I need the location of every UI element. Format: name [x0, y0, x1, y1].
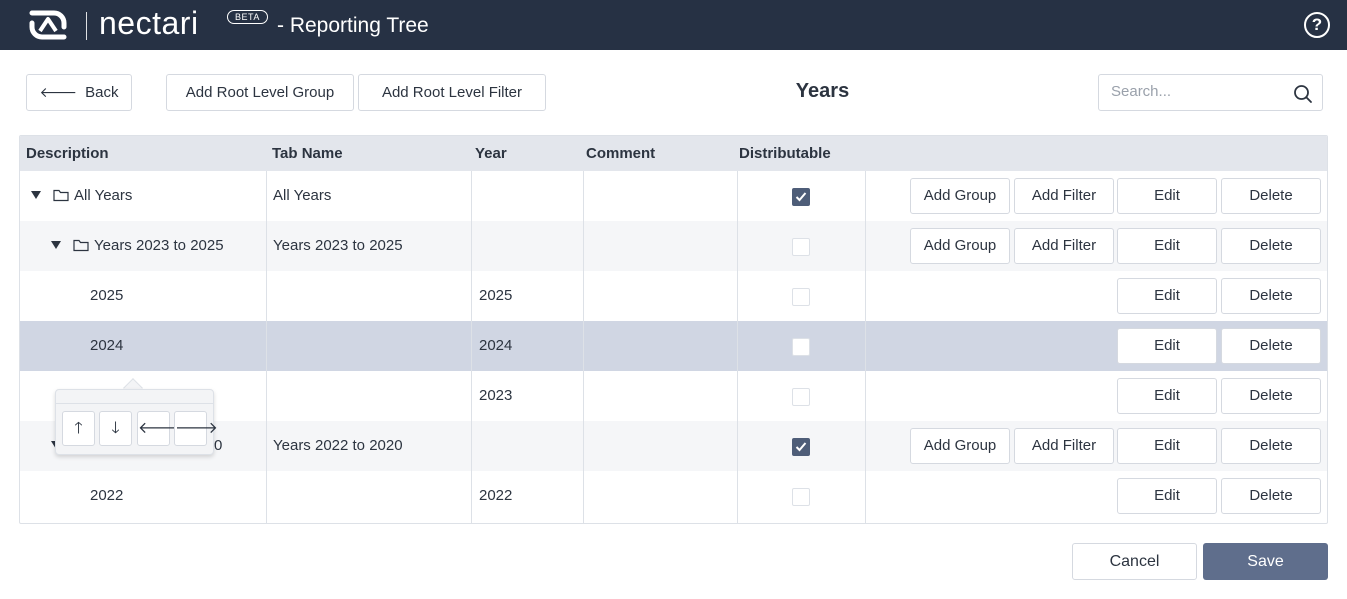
table-row[interactable]: 2025 2025 Edit Delete [20, 271, 1327, 321]
column-divider [737, 171, 738, 523]
arrow-right-icon: 🡒 [175, 420, 218, 437]
year-cell: 2025 [479, 287, 513, 304]
add-root-level-group-button[interactable]: Add Root Level Group [166, 74, 354, 111]
add-group-button[interactable]: Add Group [910, 178, 1010, 214]
table-row[interactable]: 2022 2022 Edit Delete [20, 471, 1327, 521]
help-icon[interactable]: ? [1304, 12, 1330, 38]
description-cell: All Years [74, 187, 133, 204]
move-right-button[interactable]: 🡒 [174, 411, 218, 446]
popover-divider [56, 403, 213, 404]
column-header-description[interactable]: Description [26, 136, 109, 171]
arrow-down-icon: 🡓 [111, 420, 120, 437]
search-icon[interactable] [1293, 84, 1313, 104]
add-group-button[interactable]: Add Group [910, 228, 1010, 264]
delete-button[interactable]: Delete [1221, 478, 1321, 514]
column-header-tab-name[interactable]: Tab Name [272, 136, 343, 171]
reporting-tree-table: Description Tab Name Year Comment Distri… [19, 135, 1328, 524]
delete-button[interactable]: Delete [1221, 278, 1321, 314]
distributable-checkbox[interactable] [792, 238, 810, 256]
nectari-logo-icon [29, 10, 67, 40]
column-header-distributable[interactable]: Distributable [739, 136, 831, 171]
beta-badge: BETA [227, 10, 268, 24]
add-filter-button[interactable]: Add Filter [1014, 228, 1114, 264]
delete-button[interactable]: Delete [1221, 178, 1321, 214]
edit-button[interactable]: Edit [1117, 328, 1217, 364]
add-root-level-filter-button[interactable]: Add Root Level Filter [358, 74, 546, 111]
distributable-checkbox[interactable] [792, 188, 810, 206]
caret-down-icon[interactable] [51, 241, 61, 249]
description-cell: 2024 [90, 337, 124, 354]
edit-button[interactable]: Edit [1117, 278, 1217, 314]
distributable-checkbox[interactable] [792, 338, 810, 356]
delete-button[interactable]: Delete [1221, 228, 1321, 264]
column-header-year[interactable]: Year [475, 136, 507, 171]
top-bar: nectari BETA - Reporting Tree ? [0, 0, 1347, 50]
add-filter-button[interactable]: Add Filter [1014, 428, 1114, 464]
back-button[interactable]: 🡐 Back [26, 74, 132, 111]
delete-button[interactable]: Delete [1221, 428, 1321, 464]
brand-name: nectari [99, 5, 199, 41]
arrow-up-icon: 🡑 [74, 420, 83, 437]
move-up-button[interactable]: 🡑 [62, 411, 95, 446]
distributable-checkbox[interactable] [792, 388, 810, 406]
arrow-left-icon: 🡐 [39, 84, 78, 100]
description-cell: 2022 [90, 487, 124, 504]
column-divider [266, 171, 267, 523]
edit-button[interactable]: Edit [1117, 228, 1217, 264]
table-row-selected[interactable]: 2024 2024 Edit Delete [20, 321, 1327, 371]
column-divider [583, 171, 584, 523]
distributable-checkbox[interactable] [792, 488, 810, 506]
add-filter-button[interactable]: Add Filter [1014, 178, 1114, 214]
page-title: Years [795, 80, 850, 102]
logo-divider [86, 12, 87, 40]
column-header-comment[interactable]: Comment [586, 136, 655, 171]
search-input[interactable] [1111, 83, 1281, 100]
tab-name-cell: Years 2023 to 2025 [273, 237, 403, 254]
caret-down-icon[interactable] [31, 191, 41, 199]
edit-button[interactable]: Edit [1117, 478, 1217, 514]
move-left-button[interactable]: 🡐 [137, 411, 181, 446]
cancel-button[interactable]: Cancel [1072, 543, 1197, 580]
delete-button[interactable]: Delete [1221, 328, 1321, 364]
tab-name-cell: Years 2022 to 2020 [273, 437, 403, 454]
distributable-checkbox[interactable] [792, 288, 810, 306]
edit-button[interactable]: Edit [1117, 178, 1217, 214]
year-cell: 2022 [479, 487, 513, 504]
distributable-checkbox[interactable] [792, 438, 810, 456]
column-divider [471, 171, 472, 523]
app-title: - Reporting Tree [277, 14, 429, 37]
year-cell: 2023 [479, 387, 513, 404]
delete-button[interactable]: Delete [1221, 378, 1321, 414]
description-cell: 2025 [90, 287, 124, 304]
table-row[interactable]: Years 2023 to 2025 Years 2023 to 2025 Ad… [20, 221, 1327, 271]
search-box[interactable] [1098, 74, 1323, 111]
column-divider [865, 171, 866, 523]
table-row[interactable]: 2023 Edit Delete [20, 371, 1327, 421]
add-group-button[interactable]: Add Group [910, 428, 1010, 464]
move-down-button[interactable]: 🡓 [99, 411, 132, 446]
description-cell: Years 2023 to 2025 [94, 237, 224, 254]
year-cell: 2024 [479, 337, 513, 354]
edit-button[interactable]: Edit [1117, 428, 1217, 464]
table-header: Description Tab Name Year Comment Distri… [20, 136, 1327, 171]
folder-icon [53, 189, 69, 202]
tab-name-cell: All Years [273, 187, 332, 204]
back-label: Back [85, 84, 119, 101]
folder-icon [73, 239, 89, 252]
save-button[interactable]: Save [1203, 543, 1328, 580]
edit-button[interactable]: Edit [1117, 378, 1217, 414]
table-row[interactable]: All Years All Years Add Group Add Filter… [20, 171, 1327, 221]
move-row-popover: 🡑 🡓 🡐 🡒 [55, 389, 218, 455]
